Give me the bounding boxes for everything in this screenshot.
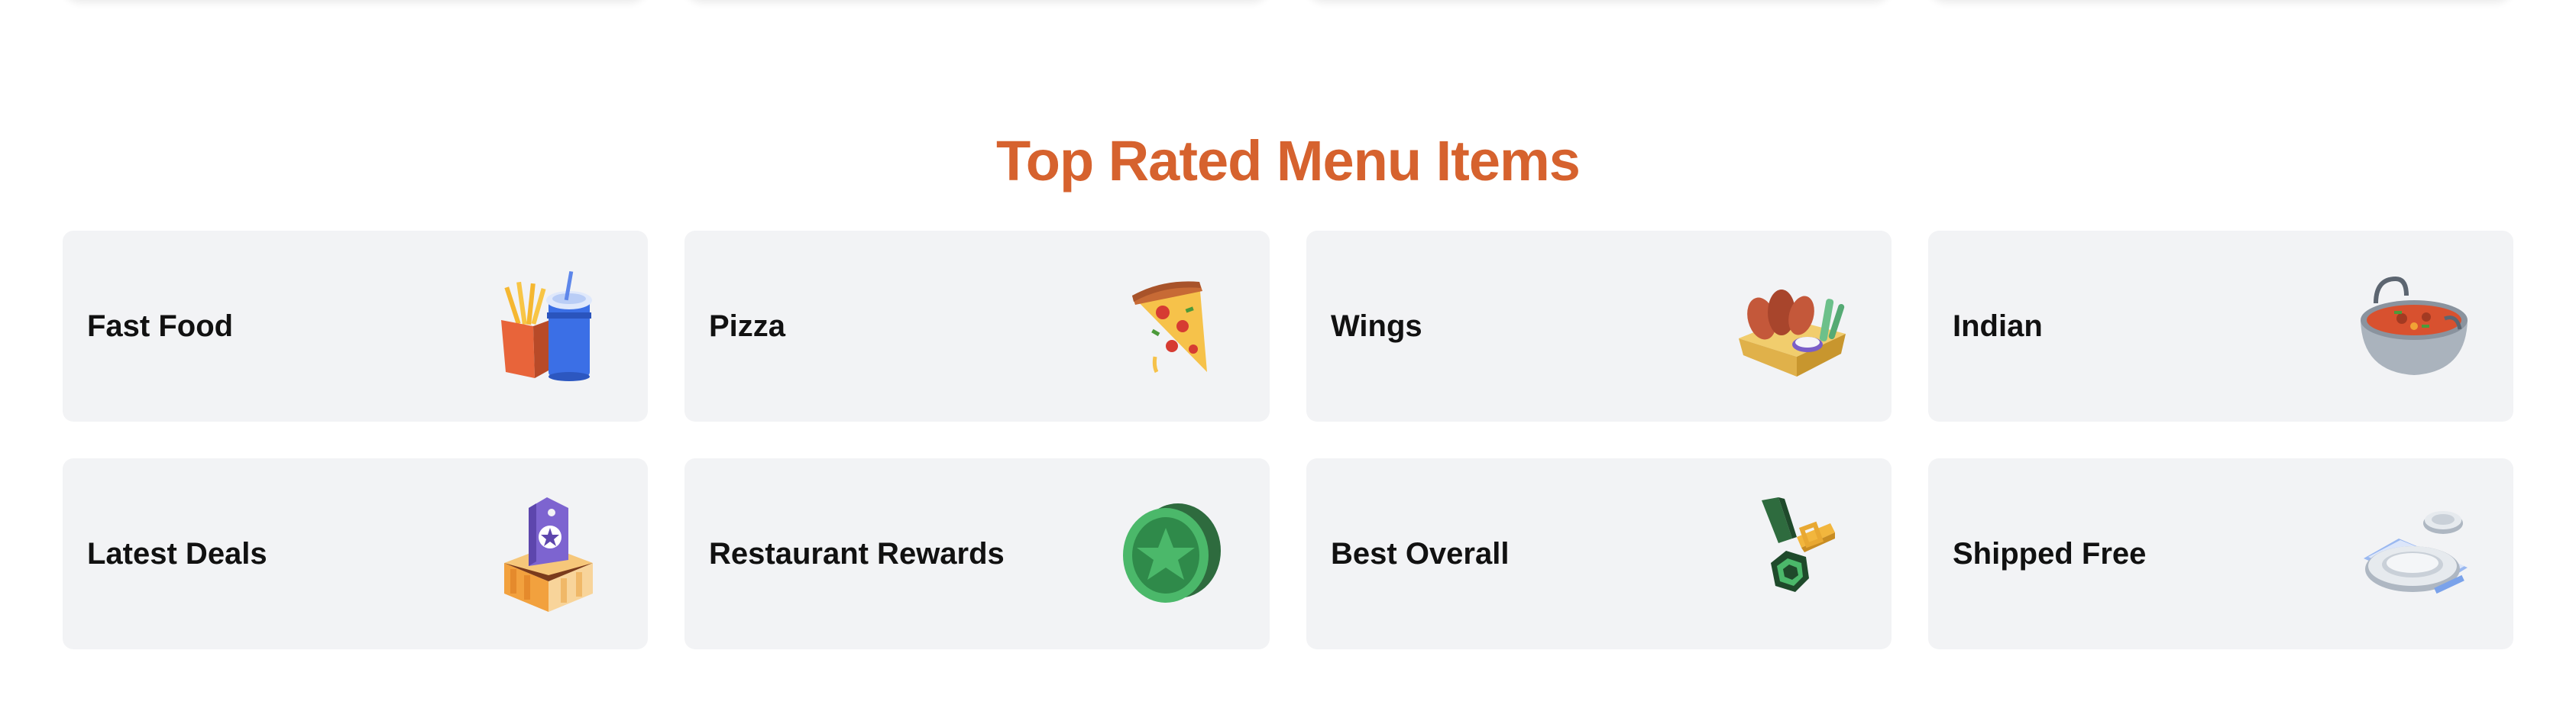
category-card-shipped-free[interactable]: Shipped Free — [1928, 458, 2513, 649]
category-label: Restaurant Rewards — [709, 536, 1005, 571]
category-card-best-overall[interactable]: Best Overall — [1306, 458, 1892, 649]
pizza-slice-icon — [1109, 265, 1231, 387]
menu-category-grid: Fast Food Pizza Wings Indian Latest Deal… — [63, 231, 2513, 649]
category-card-indian[interactable]: Indian — [1928, 231, 2513, 422]
fries-and-drink-icon — [487, 265, 610, 387]
category-label: Best Overall — [1331, 536, 1510, 571]
ribbon-medal-icon — [1731, 493, 1853, 615]
category-card-pizza[interactable]: Pizza — [684, 231, 1270, 422]
page: Top Rated Menu Items Fast Food Pizza Win… — [0, 0, 2576, 715]
star-coin-icon — [1109, 493, 1231, 615]
category-label: Wings — [1331, 309, 1422, 343]
section-title: Top Rated Menu Items — [996, 129, 1581, 192]
category-label: Shipped Free — [1953, 536, 2147, 571]
category-card-wings[interactable]: Wings — [1306, 231, 1892, 422]
category-label: Fast Food — [87, 309, 234, 343]
category-card-latest-deals[interactable]: Latest Deals — [63, 458, 648, 649]
category-label: Latest Deals — [87, 536, 267, 571]
chicken-wings-icon — [1731, 265, 1853, 387]
category-label: Indian — [1953, 309, 2043, 343]
category-label: Pizza — [709, 309, 786, 343]
price-tag-box-icon — [487, 493, 610, 615]
category-card-fast-food[interactable]: Fast Food — [63, 231, 648, 422]
plates-icon — [2353, 493, 2475, 615]
curry-bowl-icon — [2353, 265, 2475, 387]
category-card-restaurant-rewards[interactable]: Restaurant Rewards — [684, 458, 1270, 649]
